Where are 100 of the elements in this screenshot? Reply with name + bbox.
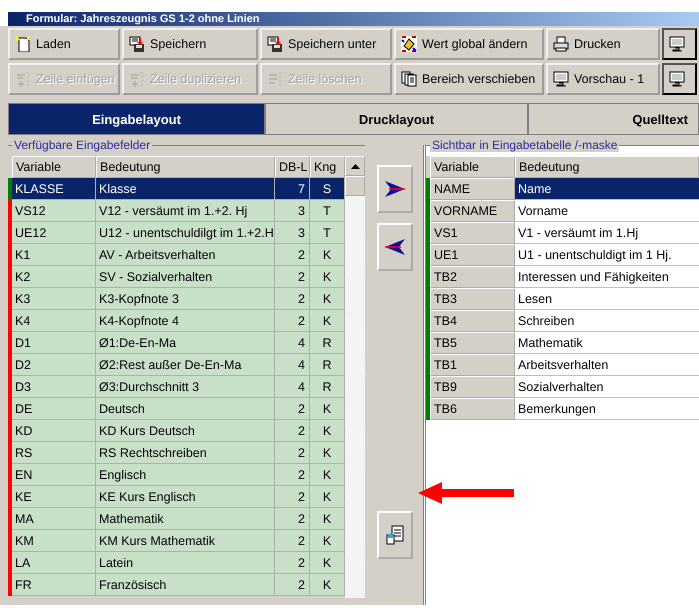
row-delete-icon: [267, 71, 283, 87]
table-row[interactable]: RS RS Rechtschreiben 2 K: [8, 442, 345, 464]
row-insert-icon: [129, 71, 145, 87]
table-row[interactable]: LA Latein 2 K: [8, 552, 345, 574]
page-icon: [15, 36, 31, 52]
table-cell: MA: [12, 508, 96, 530]
table-row[interactable]: D2 Ø2:Rest außer De-En-Ma 4 R: [8, 354, 345, 376]
table-cell: K4: [12, 310, 96, 332]
row-header-cell[interactable]: TB5: [430, 332, 515, 354]
table-cell: KE: [12, 486, 96, 508]
transfer-button[interactable]: [377, 511, 413, 559]
scroll-up-button[interactable]: [345, 156, 365, 176]
toolbar-button[interactable]: Wert global ändern: [394, 28, 544, 60]
table-cell: 2: [275, 552, 310, 574]
row-header-cell[interactable]: VS1: [430, 222, 515, 244]
tab[interactable]: Eingabelayout: [8, 103, 265, 135]
scrollbar-track[interactable]: [345, 156, 365, 598]
printer-icon: [553, 36, 569, 52]
arrow-left-icon: [383, 237, 407, 257]
table-cell: 2: [275, 486, 310, 508]
transfer-button[interactable]: [377, 165, 413, 213]
table-cell: K2: [12, 266, 96, 288]
table-cell: LA: [12, 552, 96, 574]
table-row[interactable]: EN Englisch 2 K: [8, 464, 345, 486]
table-cell: KD Kurs Deutsch: [96, 420, 275, 442]
table-row[interactable]: KM KM Kurs Mathematik 2 K: [8, 530, 345, 552]
table-cell: RS Rechtschreiben: [96, 442, 275, 464]
table-cell: 2: [275, 420, 310, 442]
table-cell: K: [310, 244, 345, 266]
table-row[interactable]: DE Deutsch 2 K: [8, 398, 345, 420]
table-cell: RS: [12, 442, 96, 464]
row-header-cell[interactable]: TB1: [430, 354, 515, 376]
toolbar-button[interactable]: Vorschau - 1: [546, 63, 660, 95]
table-cell: 2: [275, 266, 310, 288]
table-cell: KD: [12, 420, 96, 442]
table-row[interactable]: KD KD Kurs Deutsch 2 K: [8, 420, 345, 442]
table-cell: K: [310, 464, 345, 486]
arrow-up-icon: [350, 164, 360, 168]
monitor-icon: [669, 71, 685, 87]
row-header-cell[interactable]: TB9: [430, 376, 515, 398]
table-cell: FR: [12, 574, 96, 596]
table-cell: 2: [275, 310, 310, 332]
row-header-cell[interactable]: UE1: [430, 244, 515, 266]
table-row[interactable]: D3 Ø3:Durchschnitt 3 4 R: [8, 376, 345, 398]
table-row[interactable]: FR Französisch 2 K: [8, 574, 345, 596]
row-header-cell[interactable]: VORNAME: [430, 200, 515, 222]
table-cell: 4: [275, 332, 310, 354]
table-row[interactable]: VS12 V12 - versäumt im 1.+2. Hj 3 T: [8, 200, 345, 222]
tab[interactable]: Quelltext: [528, 103, 699, 135]
table-cell: KM Kurs Mathematik: [96, 530, 275, 552]
column-header[interactable]: Kng: [310, 156, 345, 178]
table-cell: R: [310, 376, 345, 398]
tab[interactable]: Drucklayout: [265, 103, 528, 135]
table-cell: 2: [275, 442, 310, 464]
table-row[interactable]: KLASSE Klasse 7 S: [8, 178, 345, 200]
transfer-button[interactable]: [377, 223, 413, 271]
table-cell: 2: [275, 244, 310, 266]
toolbar-button[interactable]: Bereich verschieben: [394, 63, 544, 95]
table-cell[interactable]: Name: [515, 178, 699, 200]
toolbar-button[interactable]: [662, 63, 697, 95]
row-header-cell[interactable]: NAME: [430, 178, 515, 200]
table-row[interactable]: KE KE Kurs Englisch 2 K: [8, 486, 345, 508]
pages-icon: [401, 71, 417, 87]
column-header[interactable]: Bedeutung: [515, 156, 699, 178]
table-row[interactable]: MA Mathematik 2 K: [8, 508, 345, 530]
row-header-cell[interactable]: TB3: [430, 288, 515, 310]
toolbar-button[interactable]: [662, 28, 697, 60]
table-cell: 2: [275, 508, 310, 530]
table-cell: Ø2:Rest außer De-En-Ma: [96, 354, 275, 376]
table-cell: Deutsch: [96, 398, 275, 420]
table-cell: K3: [12, 288, 96, 310]
column-header[interactable]: Variable: [430, 156, 515, 178]
table-cell: K: [310, 398, 345, 420]
table-cell: SV - Sozialverhalten: [96, 266, 275, 288]
row-insert-icon: [15, 71, 31, 87]
toolbar-button[interactable]: Drucken: [546, 28, 660, 60]
table-cell: K: [310, 420, 345, 442]
column-header[interactable]: Bedeutung: [96, 156, 275, 178]
row-header-cell[interactable]: TB6: [430, 398, 515, 420]
toolbar-button[interactable]: Laden: [8, 28, 120, 60]
table-row[interactable]: UE12 U12 - unentschuldilgt im 1.+2.H 3 T: [8, 222, 345, 244]
table-cell: K: [310, 552, 345, 574]
monitor-icon: [553, 71, 569, 87]
table-cell: 2: [275, 574, 310, 596]
table-cell: V12 - versäumt im 1.+2. Hj: [96, 200, 275, 222]
scrollbar-thumb[interactable]: [345, 176, 365, 196]
table-row[interactable]: K4 K4-Kopfnote 4 2 K: [8, 310, 345, 332]
table-row[interactable]: K2 SV - Sozialverhalten 2 K: [8, 266, 345, 288]
column-header[interactable]: DB-L: [275, 156, 310, 178]
table-cell: K3-Kopfnote 3: [96, 288, 275, 310]
column-header[interactable]: Variable: [12, 156, 96, 178]
table-cell: K: [310, 266, 345, 288]
toolbar-button[interactable]: Speichern unter: [260, 28, 392, 60]
row-header-cell[interactable]: TB4: [430, 310, 515, 332]
table-row[interactable]: K3 K3-Kopfnote 3 2 K: [8, 288, 345, 310]
row-header-cell[interactable]: TB2: [430, 266, 515, 288]
toolbar-button[interactable]: Speichern: [122, 28, 258, 60]
table-row[interactable]: K1 AV - Arbeitsverhalten 2 K: [8, 244, 345, 266]
table-row[interactable]: D1 Ø1:De-En-Ma 4 R: [8, 332, 345, 354]
table-cell: 3: [275, 222, 310, 244]
